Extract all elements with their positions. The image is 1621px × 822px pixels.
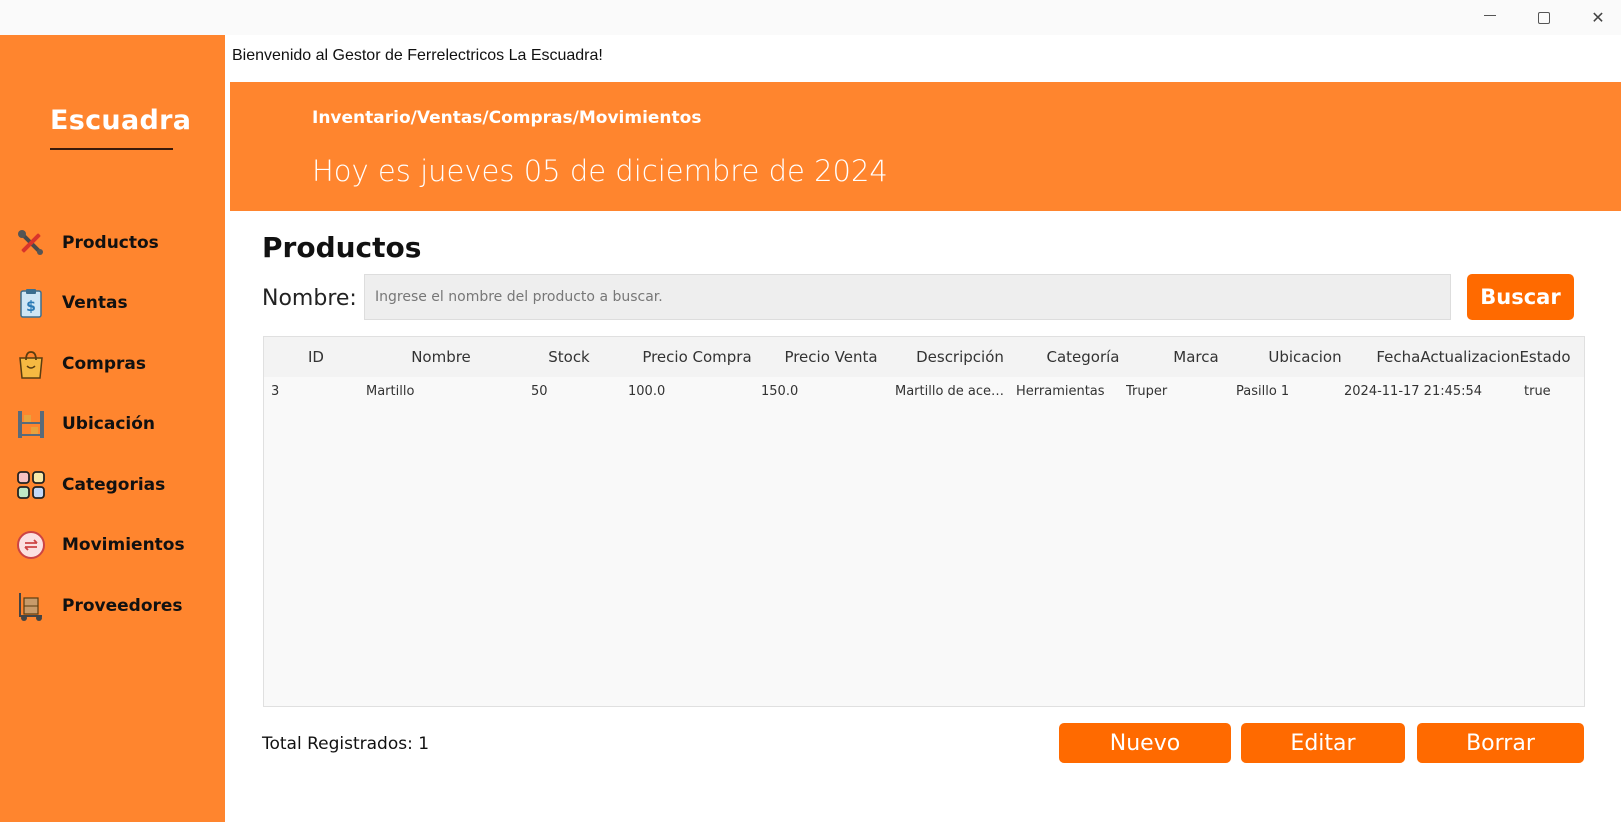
cell-precio-compra: 100.0: [628, 384, 666, 399]
cell-nombre: Martillo: [366, 384, 415, 399]
brand-logo-text: Escuadra: [50, 105, 192, 136]
column-header-id[interactable]: ID: [288, 337, 344, 377]
svg-text:$: $: [26, 299, 36, 315]
products-table[interactable]: ID Nombre Stock Precio Compra Precio Ven…: [263, 336, 1585, 707]
clock-exchange-icon: [14, 528, 48, 562]
column-header-precio-compra[interactable]: Precio Compra: [632, 337, 762, 377]
sidebar-item-ubicacion[interactable]: Ubicación: [14, 404, 214, 444]
sidebar-item-label: Movimientos: [62, 535, 185, 555]
search-button[interactable]: Buscar: [1467, 274, 1574, 320]
new-button[interactable]: Nuevo: [1059, 723, 1231, 763]
search-label: Nombre:: [262, 286, 357, 311]
table-header: ID Nombre Stock Precio Compra Precio Ven…: [264, 337, 1584, 377]
search-input[interactable]: [364, 274, 1451, 320]
minimize-button[interactable]: [1467, 0, 1513, 35]
cell-descripcion: Martillo de acero...: [895, 384, 1008, 399]
grid-categories-icon: [14, 468, 48, 502]
shelf-icon: [14, 407, 48, 441]
window-titlebar: ✕: [0, 0, 1621, 35]
breadcrumb: Inventario/Ventas/Compras/Movimientos: [312, 108, 702, 128]
cell-estado: true: [1524, 384, 1551, 399]
sidebar-item-proveedores[interactable]: Proveedores: [14, 586, 214, 626]
shopping-bag-icon: [14, 347, 48, 381]
close-button[interactable]: ✕: [1575, 0, 1621, 35]
maximize-button[interactable]: [1521, 0, 1567, 35]
column-header-marca[interactable]: Marca: [1144, 337, 1248, 377]
total-registered: Total Registrados: 1: [262, 734, 430, 754]
column-header-descripcion[interactable]: Descripción: [900, 337, 1020, 377]
sidebar-item-ventas[interactable]: $ Ventas: [14, 283, 214, 323]
edit-button[interactable]: Editar: [1241, 723, 1405, 763]
cell-id: 3: [271, 384, 280, 399]
sidebar: Escuadra Productos $ Ventas Compras Ubic…: [0, 35, 225, 822]
welcome-message: Bienvenido al Gestor de Ferrelectricos L…: [232, 47, 603, 64]
brand-underline: [50, 148, 173, 150]
column-header-categoria[interactable]: Categoría: [1026, 337, 1140, 377]
header-banner: Inventario/Ventas/Compras/Movimientos Ho…: [230, 82, 1621, 211]
delete-button[interactable]: Borrar: [1417, 723, 1584, 763]
sidebar-item-productos[interactable]: Productos: [14, 223, 214, 263]
column-header-precio-venta[interactable]: Precio Venta: [772, 337, 890, 377]
close-icon: ✕: [1591, 8, 1605, 27]
sidebar-item-compras[interactable]: Compras: [14, 344, 214, 384]
tools-icon: [14, 226, 48, 260]
date-display: Hoy es jueves 05 de diciembre de 2024: [312, 154, 888, 188]
sidebar-item-label: Ubicación: [62, 414, 156, 434]
sidebar-item-label: Categorias: [62, 475, 166, 495]
sidebar-item-categorias[interactable]: Categorias: [14, 465, 214, 505]
page-title: Productos: [262, 231, 422, 264]
column-header-estado[interactable]: Estado: [1512, 337, 1578, 377]
column-header-stock[interactable]: Stock: [532, 337, 606, 377]
column-header-ubicacion[interactable]: Ubicacion: [1248, 337, 1362, 377]
hand-truck-icon: [14, 589, 48, 623]
cell-marca: Truper: [1126, 384, 1168, 399]
sidebar-item-label: Ventas: [62, 293, 128, 313]
cell-fecha-actualizacion: 2024-11-17 21:45:54: [1344, 384, 1483, 399]
table-row[interactable]: 3 Martillo 50 100.0 150.0 Martillo de ac…: [264, 377, 1584, 407]
cell-ubicacion: Pasillo 1: [1236, 384, 1290, 399]
sidebar-item-label: Productos: [62, 233, 159, 253]
cell-stock: 50: [531, 384, 548, 399]
cell-categoria: Herramientas: [1016, 384, 1105, 399]
cell-precio-venta: 150.0: [761, 384, 799, 399]
sidebar-item-movimientos[interactable]: Movimientos: [14, 525, 214, 565]
column-header-nombre[interactable]: Nombre: [384, 337, 498, 377]
sidebar-item-label: Proveedores: [62, 596, 183, 616]
minimize-icon: [1484, 15, 1496, 16]
column-header-fecha-actualizacion[interactable]: FechaActualizacion: [1362, 337, 1534, 377]
clipboard-dollar-icon: $: [14, 286, 48, 320]
sidebar-item-label: Compras: [62, 354, 147, 374]
maximize-icon: [1538, 11, 1550, 24]
